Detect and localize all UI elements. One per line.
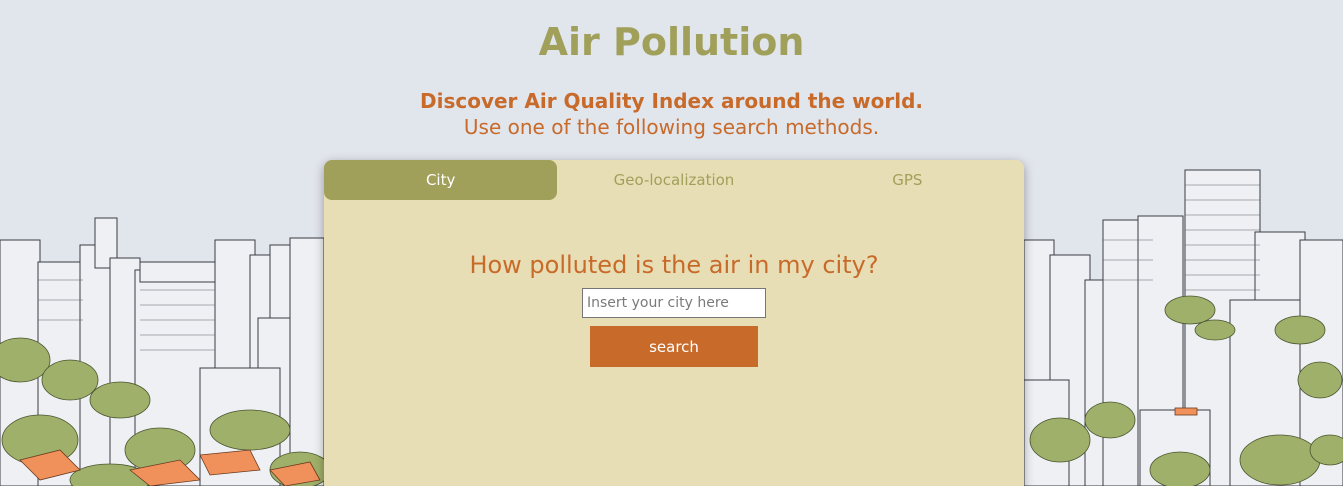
tab-city[interactable]: City: [324, 160, 558, 200]
page-subtitle: Discover Air Quality Index around the wo…: [419, 89, 923, 113]
search-button[interactable]: search: [590, 326, 758, 367]
city-search-input[interactable]: [582, 288, 766, 318]
search-card: City Geo-localization GPS How polluted i…: [324, 160, 1024, 486]
tab-geo-localization[interactable]: Geo-localization: [557, 160, 790, 200]
page-title: Air Pollution: [538, 20, 805, 64]
page: Air Pollution Discover Air Quality Index…: [0, 0, 1343, 486]
city-search-question: How polluted is the air in my city?: [469, 251, 879, 279]
search-method-tabs: City Geo-localization GPS: [324, 160, 1024, 200]
page-instruction: Use one of the following search methods.: [463, 115, 880, 139]
tab-gps[interactable]: GPS: [791, 160, 1024, 200]
